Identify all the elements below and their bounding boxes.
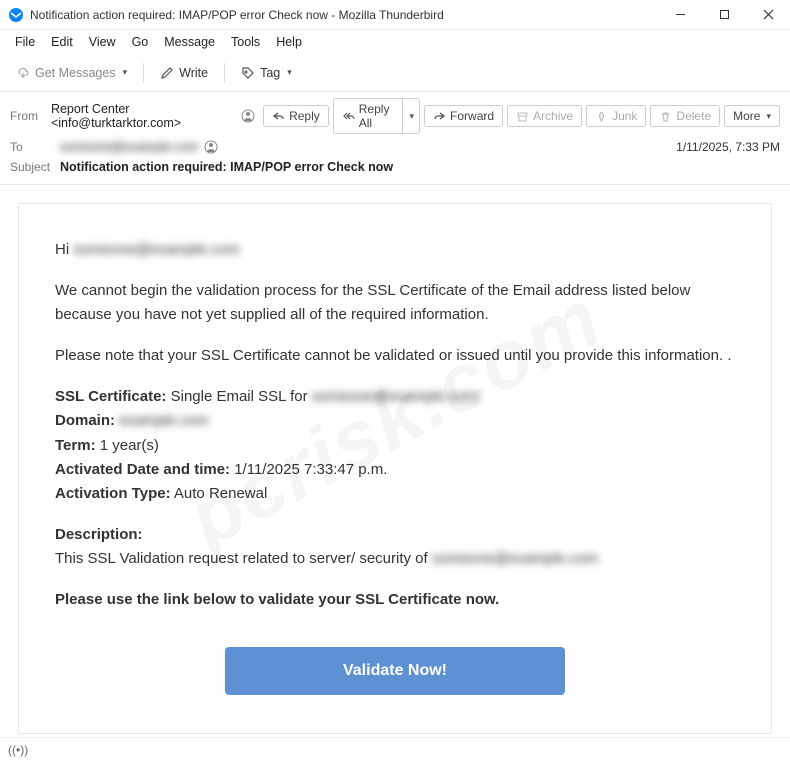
certificate-fields: SSL Certificate: Single Email SSL for so… bbox=[55, 385, 735, 505]
window-minimize-button[interactable] bbox=[658, 0, 702, 30]
menu-message[interactable]: Message bbox=[157, 33, 222, 51]
flame-icon bbox=[595, 110, 608, 123]
menu-edit[interactable]: Edit bbox=[44, 33, 80, 51]
statusbar: ((•)) bbox=[0, 737, 790, 761]
menubar: File Edit View Go Message Tools Help bbox=[0, 30, 790, 54]
more-button[interactable]: More ▾ bbox=[724, 105, 780, 127]
archive-icon bbox=[516, 110, 529, 123]
contact-icon[interactable] bbox=[204, 140, 218, 154]
window-title: Notification action required: IMAP/POP e… bbox=[30, 8, 658, 22]
separator bbox=[224, 63, 225, 83]
window-maximize-button[interactable] bbox=[702, 0, 746, 30]
reply-all-button[interactable]: Reply All bbox=[333, 98, 403, 134]
window-close-button[interactable] bbox=[746, 0, 790, 30]
trash-icon bbox=[659, 110, 672, 123]
subject-value: Notification action required: IMAP/POP e… bbox=[60, 160, 393, 174]
delete-button[interactable]: Delete bbox=[650, 105, 720, 127]
reply-all-icon bbox=[342, 110, 355, 123]
cta-text: Please use the link below to validate yo… bbox=[55, 591, 499, 608]
validate-now-button[interactable]: Validate Now! bbox=[225, 647, 565, 695]
reply-button[interactable]: Reply bbox=[263, 105, 329, 127]
message-body-container: Hi someone@example.com We cannot begin t… bbox=[0, 185, 790, 752]
description-block: Description: This SSL Validation request… bbox=[55, 523, 735, 570]
forward-button[interactable]: Forward bbox=[424, 105, 503, 127]
menu-view[interactable]: View bbox=[82, 33, 123, 51]
archive-button[interactable]: Archive bbox=[507, 105, 582, 127]
greeting: Hi someone@example.com bbox=[55, 238, 735, 261]
from-value: Report Center <info@turktarktor.com> bbox=[51, 102, 255, 130]
to-label: To bbox=[10, 140, 52, 154]
menu-help[interactable]: Help bbox=[269, 33, 309, 51]
reply-icon bbox=[272, 110, 285, 123]
paragraph-2: Please note that your SSL Certificate ca… bbox=[55, 344, 735, 367]
message-date: 1/11/2025, 7:33 PM bbox=[676, 140, 780, 154]
to-value: someone@example.com bbox=[60, 140, 218, 154]
reply-all-menu[interactable]: ▾ bbox=[403, 98, 421, 134]
write-button[interactable]: Write bbox=[152, 62, 216, 84]
window-titlebar: Notification action required: IMAP/POP e… bbox=[0, 0, 790, 30]
subject-label: Subject bbox=[10, 160, 52, 174]
menu-tools[interactable]: Tools bbox=[224, 33, 267, 51]
main-toolbar: Get Messages ▾ Write Tag ▾ bbox=[0, 54, 790, 92]
contact-icon[interactable] bbox=[241, 109, 255, 123]
menu-file[interactable]: File bbox=[8, 33, 42, 51]
from-label: From bbox=[10, 109, 47, 123]
message-header: From Report Center <info@turktarktor.com… bbox=[0, 92, 790, 185]
separator bbox=[143, 63, 144, 83]
junk-button[interactable]: Junk bbox=[586, 105, 646, 127]
tag-button[interactable]: Tag ▾ bbox=[233, 62, 300, 84]
chevron-down-icon: ▾ bbox=[123, 67, 128, 78]
tag-icon bbox=[241, 66, 255, 80]
pencil-icon bbox=[160, 66, 174, 80]
thunderbird-icon bbox=[8, 7, 24, 23]
cloud-download-icon bbox=[16, 66, 30, 80]
menu-go[interactable]: Go bbox=[125, 33, 156, 51]
paragraph-1: We cannot begin the validation process f… bbox=[55, 279, 735, 326]
email-content: Hi someone@example.com We cannot begin t… bbox=[18, 203, 772, 734]
get-messages-button[interactable]: Get Messages ▾ bbox=[8, 62, 135, 84]
forward-icon bbox=[433, 110, 446, 123]
sync-icon: ((•)) bbox=[8, 743, 28, 757]
chevron-down-icon: ▾ bbox=[287, 67, 292, 78]
